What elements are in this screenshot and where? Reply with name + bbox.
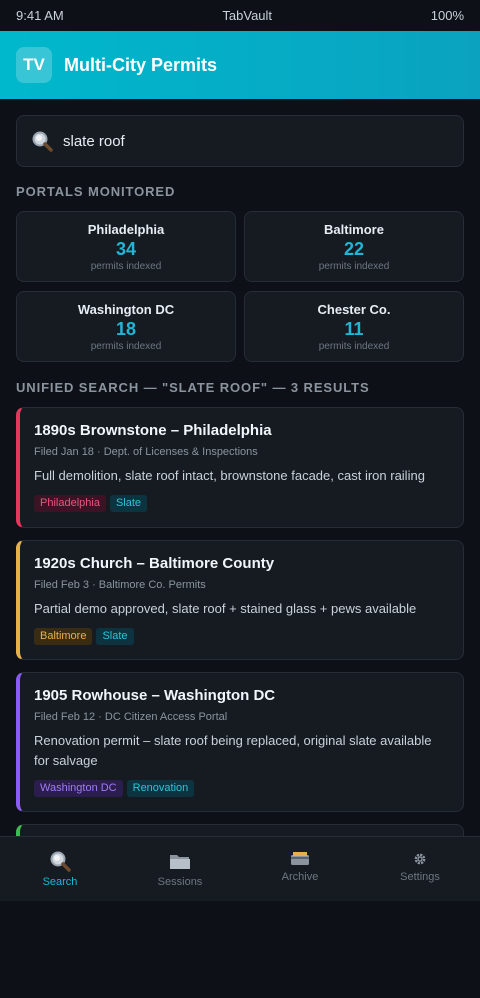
status-carrier: TabVault — [222, 8, 273, 23]
portals-section-label: PORTALS MONITORED — [16, 184, 176, 199]
nav-label: Archive — [281, 871, 319, 883]
portal-card-philadelphia[interactable]: Philadelphia 34 permits indexed — [16, 211, 236, 282]
folder-icon — [169, 850, 191, 872]
tag-material[interactable]: Slate — [96, 628, 134, 645]
nav-archive[interactable]: Archive — [240, 837, 360, 901]
app-logo: TV — [16, 47, 52, 83]
portal-count: 18 — [115, 319, 137, 339]
tag-material[interactable]: Slate — [109, 495, 148, 512]
search-icon — [49, 850, 71, 872]
result-title: 1905 Rowhouse – Washington DC — [34, 687, 276, 704]
portal-name: Baltimore — [324, 222, 384, 237]
portal-card-washington-dc[interactable]: Washington DC 18 permits indexed — [16, 291, 236, 362]
gear-icon — [413, 851, 427, 867]
portal-name: Washington DC — [77, 302, 175, 317]
portal-name: Philadelphia — [87, 222, 165, 237]
result-card[interactable]: 1890s Brownstone – Philadelphia Filed Ja… — [16, 407, 464, 528]
search-bar[interactable] — [16, 115, 464, 167]
nav-label: Sessions — [157, 876, 203, 888]
result-meta: Filed Jan 18 · Dept. of Licenses & Inspe… — [34, 446, 258, 458]
portal-count: 22 — [343, 239, 365, 259]
result-description: Renovation permit – slate roof being rep… — [34, 733, 432, 768]
nav-label: Search — [42, 876, 78, 888]
result-title: 1920s Church – Baltimore County — [34, 555, 275, 572]
app-header: TV Multi-City Permits — [0, 31, 480, 99]
result-card[interactable]: 1905 Rowhouse – Washington DC Filed Feb … — [16, 672, 464, 812]
search-icon — [31, 130, 53, 152]
nav-search[interactable]: Search — [0, 837, 120, 901]
page-title: Multi-City Permits — [64, 54, 218, 75]
portal-count: 34 — [115, 239, 137, 259]
tag-row: Washington DC Renovation — [34, 780, 449, 797]
tag-city[interactable]: Baltimore — [34, 628, 93, 645]
nav-label: Settings — [400, 871, 440, 883]
tag-city[interactable]: Washington DC — [34, 780, 123, 797]
portal-card-baltimore[interactable]: Baltimore 22 permits indexed — [244, 211, 464, 282]
portal-count: 11 — [344, 319, 364, 339]
results-section-label: UNIFIED SEARCH — "SLATE ROOF" — 3 RESULT… — [16, 380, 370, 395]
bottom-nav: Search Sessions Archive Settings — [0, 836, 480, 901]
status-bar: 9:41 AM TabVault 100% — [0, 0, 480, 31]
search-input[interactable] — [63, 132, 449, 150]
result-card[interactable]: 1920s Church – Baltimore County Filed Fe… — [16, 540, 464, 660]
portal-sub: permits indexed — [90, 341, 162, 352]
portal-name: Chester Co. — [317, 302, 391, 317]
tag-row: Baltimore Slate — [34, 628, 449, 645]
result-description: Full demolition, slate roof intact, brow… — [34, 468, 425, 483]
status-time: 9:41 AM — [16, 8, 64, 23]
nav-sessions[interactable]: Sessions — [120, 837, 240, 901]
status-battery: 100% — [430, 8, 464, 23]
portal-sub: permits indexed — [318, 261, 390, 272]
tag-row: Philadelphia Slate — [34, 495, 449, 512]
result-title: 1890s Brownstone – Philadelphia — [34, 422, 272, 439]
tag-type[interactable]: Renovation — [126, 780, 195, 797]
portal-sub: permits indexed — [90, 261, 162, 272]
result-description: Partial demo approved, slate roof + stai… — [34, 601, 417, 616]
result-meta: Filed Feb 12 · DC Citizen Access Portal — [34, 711, 228, 723]
nav-settings[interactable]: Settings — [360, 837, 480, 901]
portal-sub: permits indexed — [318, 341, 390, 352]
tag-city[interactable]: Philadelphia — [34, 495, 106, 512]
card-box-icon — [290, 849, 310, 867]
portal-card-chester-co[interactable]: Chester Co. 11 permits indexed — [244, 291, 464, 362]
result-meta: Filed Feb 3 · Baltimore Co. Permits — [34, 579, 206, 591]
